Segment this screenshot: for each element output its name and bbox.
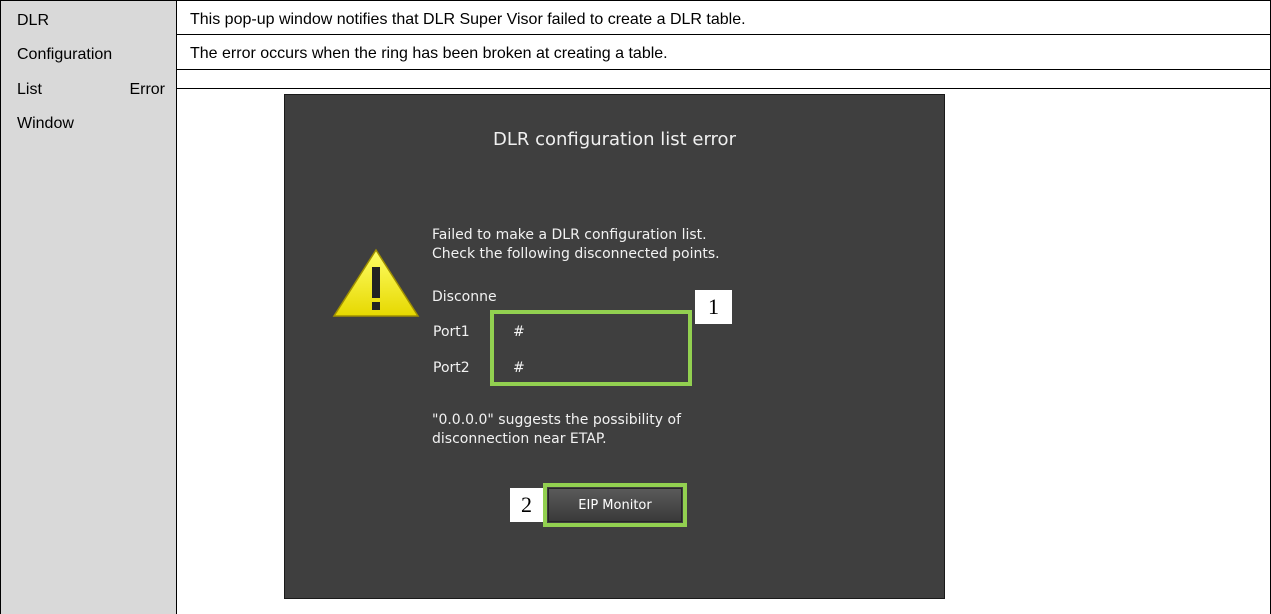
- callout-1: 1: [695, 290, 732, 324]
- row-divider-content: [177, 88, 1271, 89]
- dialog-message-line-1: Failed to make a DLR configuration list.: [432, 227, 707, 243]
- row-header-line-3: List Error: [17, 80, 165, 100]
- row-header-line-4: Window: [17, 115, 74, 132]
- ports-highlight-box: [490, 310, 692, 386]
- dialog-note-line-1: "0.0.0.0" suggests the possibility of: [432, 412, 682, 428]
- row-header-word-error: Error: [129, 81, 165, 98]
- row-header-line-2: Configuration: [17, 46, 113, 63]
- dialog-note-line-2: disconnection near ETAP.: [432, 431, 607, 447]
- dialog-title: DLR configuration list error: [493, 129, 736, 150]
- dlr-error-dialog-screenshot: DLR configuration list error Failed to m…: [284, 94, 945, 599]
- description-line-2: The error occurs when the ring has been …: [190, 45, 668, 62]
- eip-button-highlight-box: [543, 483, 687, 527]
- callout-2: 2: [510, 488, 543, 522]
- row-divider-2: [177, 69, 1271, 70]
- dialog-message-line-2: Check the following disconnected points.: [432, 246, 720, 262]
- row-divider-1: [177, 34, 1271, 35]
- disconnected-label: Disconne: [432, 289, 497, 305]
- warning-triangle-icon: [332, 248, 420, 317]
- row-header-word-list: List: [17, 81, 42, 98]
- row-header-cell: DLR Configuration List Error Window: [1, 1, 177, 614]
- port2-label: Port2: [433, 360, 470, 376]
- port1-label: Port1: [433, 324, 470, 340]
- row-header-line-1: DLR: [17, 12, 50, 29]
- description-line-1: This pop-up window notifies that DLR Sup…: [190, 11, 746, 28]
